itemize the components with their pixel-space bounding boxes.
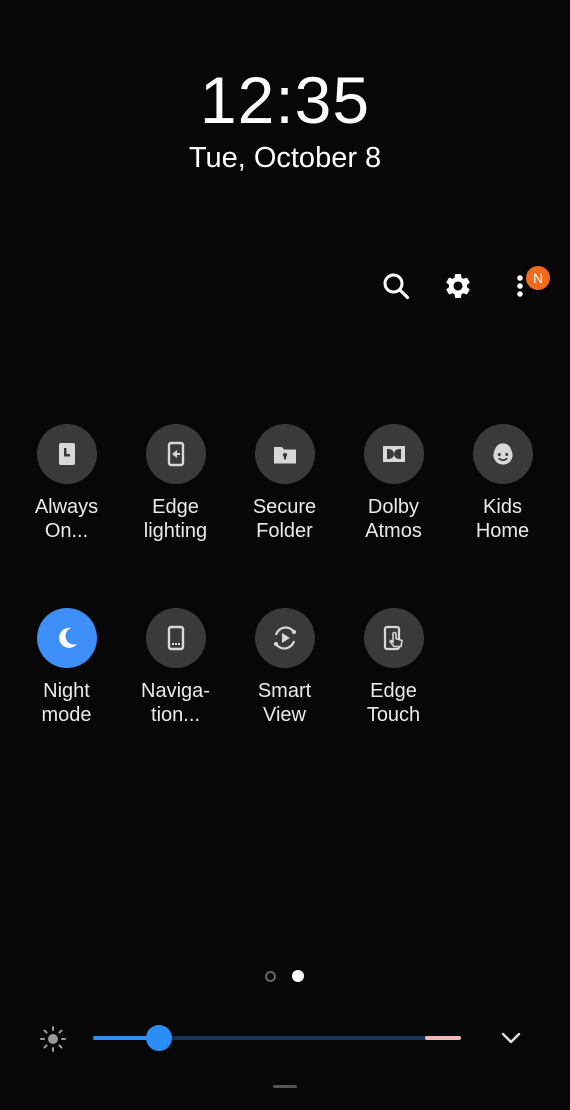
clock-time: 12:35 — [199, 63, 371, 137]
tile-label: Kids Home — [475, 496, 530, 542]
tile-button[interactable] — [145, 608, 206, 668]
settings-button[interactable] — [438, 266, 478, 306]
navigation-bar-icon — [167, 625, 184, 651]
quick-settings-row: Always On... Edge lighting Secure Folder… — [12, 424, 558, 608]
page-dot-2-current[interactable] — [292, 970, 304, 982]
quick-panel-actions: N — [370, 266, 550, 306]
tile-navigation-bar[interactable]: Naviga- tion... — [121, 608, 230, 768]
tile-label: Night mode — [41, 680, 92, 726]
tile-edge-lighting[interactable]: Edge lighting — [121, 424, 230, 584]
page-dot-1[interactable] — [265, 971, 276, 982]
sun-icon — [40, 1026, 66, 1052]
tile-button[interactable] — [472, 424, 533, 484]
tile-label: Edge Touch — [366, 680, 421, 726]
notification-badge: N — [526, 266, 550, 290]
more-options-button[interactable]: N — [500, 266, 550, 306]
tile-dolby-atmos[interactable]: Dolby Atmos — [339, 424, 448, 584]
smart-view-icon — [273, 626, 296, 650]
search-button[interactable] — [376, 266, 416, 306]
edge-touch-icon — [383, 625, 403, 651]
gear-icon — [446, 274, 470, 298]
tile-button[interactable] — [363, 608, 424, 668]
tile-label: Naviga- tion... — [141, 680, 210, 726]
chevron-down-icon[interactable] — [498, 1026, 524, 1050]
tile-kids-home[interactable]: Kids Home — [448, 424, 557, 584]
tile-label: Dolby Atmos — [365, 496, 422, 542]
brightness-slider-thumb[interactable] — [146, 1025, 173, 1051]
tile-edge-touch[interactable]: Edge Touch — [339, 608, 448, 768]
panel-drag-handle[interactable] — [273, 1085, 297, 1088]
clock-date: Tue, October 8 — [188, 142, 382, 174]
quick-settings-grid: Always On... Edge lighting Secure Folder… — [12, 424, 558, 792]
dolby-atmos-icon — [382, 446, 405, 462]
kids-home-icon — [492, 443, 513, 465]
tile-button[interactable] — [145, 424, 206, 484]
tile-button[interactable] — [36, 424, 97, 484]
search-icon — [383, 273, 410, 300]
tile-button[interactable] — [254, 608, 315, 668]
tile-night-mode[interactable]: Night mode — [12, 608, 121, 768]
tile-label: Smart View — [257, 680, 312, 726]
tile-always-on-display[interactable]: Always On... — [12, 424, 121, 584]
tile-button[interactable] — [36, 608, 97, 668]
secure-folder-icon — [273, 447, 296, 464]
tile-secure-folder[interactable]: Secure Folder — [230, 424, 339, 584]
moon-icon — [58, 627, 77, 648]
tile-label: Secure Folder — [252, 496, 317, 542]
tile-button[interactable] — [363, 424, 424, 484]
brightness-high-zone — [425, 1036, 461, 1040]
tile-smart-view[interactable]: Smart View — [230, 608, 339, 768]
brightness-control — [30, 1020, 540, 1056]
edge-lighting-icon — [167, 441, 184, 467]
tile-button[interactable] — [254, 424, 315, 484]
always-on-display-icon — [58, 443, 75, 465]
page-indicator — [265, 970, 315, 987]
tile-label: Edge lighting — [143, 496, 208, 542]
tile-label: Always On... — [34, 496, 99, 542]
quick-settings-row: Night mode Naviga- tion... Smart View Ed… — [12, 608, 558, 792]
